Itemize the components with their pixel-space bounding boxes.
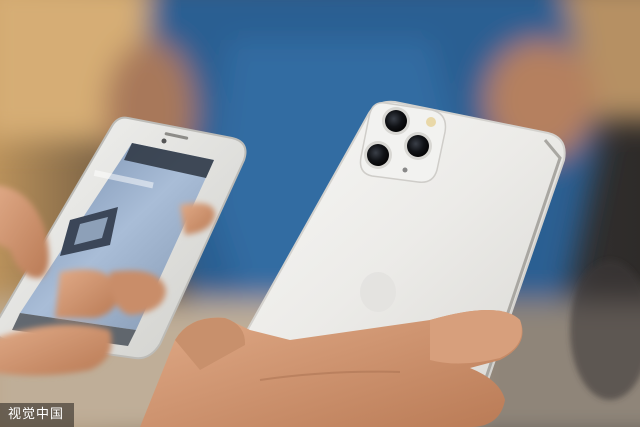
watermark-label: 视觉中国 (0, 403, 75, 427)
photo-scene: 视觉中国 (0, 0, 640, 427)
photo-image (0, 0, 640, 427)
